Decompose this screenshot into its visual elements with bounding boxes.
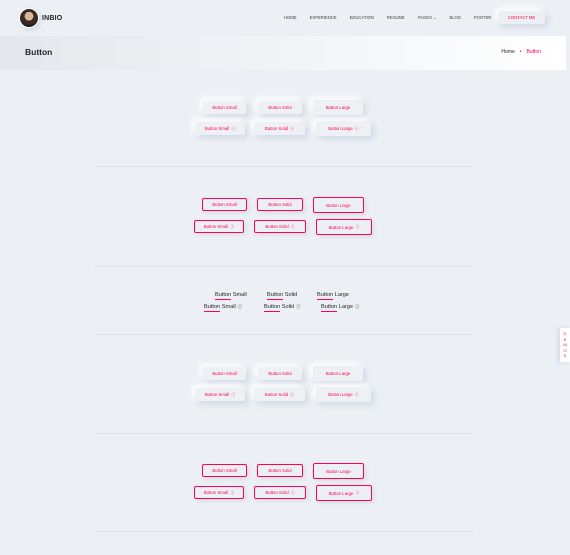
- nav-item-footer[interactable]: FOOTER: [474, 15, 491, 20]
- section-divider: [95, 166, 475, 167]
- section-divider: [95, 266, 475, 267]
- info-icon: ⓘ: [290, 489, 295, 495]
- main-nav: HOME EXPERIENCE EDUCATION RESUME PAGES ⌄ …: [284, 15, 504, 20]
- button-small[interactable]: Button Small: [203, 101, 246, 114]
- info-icon: ⓘ: [230, 223, 235, 229]
- info-icon: ⓘ: [354, 391, 359, 397]
- button-large[interactable]: Button Large: [313, 197, 364, 213]
- info-icon: ⓘ: [296, 304, 301, 309]
- nav-item-home[interactable]: HOME: [284, 15, 297, 20]
- button-label: Button Solid: [265, 224, 289, 229]
- button-large-with-icon[interactable]: Button Large ⓘ: [316, 219, 372, 235]
- nav-item-resume[interactable]: RESUME: [387, 15, 405, 20]
- button-small-with-icon[interactable]: Button Small ⓘ: [204, 302, 252, 312]
- header: INBIO HOME EXPERIENCE EDUCATION RESUME P…: [0, 0, 570, 36]
- nav-item-blog[interactable]: BLOG: [449, 15, 461, 20]
- section-divider: [95, 531, 475, 532]
- section-divider: [95, 433, 475, 434]
- button-small[interactable]: Button Small: [202, 464, 247, 477]
- breadcrumb-separator-icon: •: [519, 49, 522, 55]
- info-icon: ⓘ: [290, 223, 295, 229]
- breadcrumb-home[interactable]: Home: [501, 49, 514, 55]
- button-solid-with-icon[interactable]: Button Solid ⓘ: [264, 302, 308, 312]
- info-icon: ⓘ: [290, 391, 295, 397]
- info-icon: ⓘ: [290, 125, 295, 131]
- button-large[interactable]: Button Large: [313, 463, 364, 479]
- button-label: Button Solid: [265, 490, 289, 495]
- avatar: [19, 8, 39, 28]
- button-small[interactable]: Button Small: [202, 198, 247, 211]
- logo[interactable]: INBIO: [19, 8, 62, 28]
- nav-item-education[interactable]: EDUCATION: [350, 15, 374, 20]
- button-label: Button Solid: [264, 392, 289, 397]
- button-label: Button Large: [317, 292, 350, 300]
- breadcrumb-banner: Button Home • Button: [0, 36, 566, 70]
- button-label: Button Small: [204, 392, 230, 397]
- breadcrumb-current: Button: [526, 49, 541, 55]
- button-large[interactable]: Button Large: [313, 100, 363, 115]
- button-label: Button Large: [328, 224, 354, 230]
- page-title: Button: [25, 47, 53, 57]
- button-label: Button Solid: [264, 304, 295, 312]
- button-solid-with-icon[interactable]: Button Solid ⓘ: [254, 388, 305, 401]
- button-label: Button Large: [328, 126, 353, 131]
- button-solid[interactable]: Button Solid: [258, 101, 302, 114]
- info-icon: ⓘ: [231, 125, 236, 131]
- info-icon: ⓘ: [355, 490, 360, 495]
- button-solid[interactable]: Button Solid: [257, 198, 303, 211]
- button-small[interactable]: Button Small: [215, 290, 257, 300]
- button-large-with-icon[interactable]: Button Large ⓘ: [316, 387, 371, 402]
- button-label: Button Small: [204, 126, 230, 131]
- info-icon: ⓘ: [230, 489, 235, 495]
- demos-side-tab[interactable]: D E M O S: [560, 328, 570, 362]
- button-small-with-icon[interactable]: Button Small ⓘ: [195, 388, 245, 401]
- button-large-with-icon[interactable]: Button Large ⓘ: [316, 121, 371, 136]
- demo-tab-letter: S: [563, 353, 567, 359]
- info-icon: ⓘ: [237, 304, 243, 309]
- info-icon: ⓘ: [354, 125, 359, 131]
- button-large[interactable]: Button Large: [317, 290, 359, 300]
- info-icon: ⓘ: [355, 224, 360, 229]
- button-solid-with-icon[interactable]: Button Solid ⓘ: [254, 486, 306, 499]
- button-solid[interactable]: Button Solid: [257, 464, 303, 477]
- button-solid-with-icon[interactable]: Button Solid ⓘ: [254, 122, 305, 135]
- info-icon: ⓘ: [231, 391, 236, 397]
- button-label: Button Small: [203, 490, 229, 495]
- button-label: Button Large: [328, 392, 353, 397]
- chevron-down-icon: ⌄: [432, 15, 437, 20]
- button-label: Button Small: [215, 292, 247, 300]
- button-small-with-icon[interactable]: Button Small ⓘ: [195, 122, 245, 135]
- button-large-with-icon[interactable]: Button Large ⓘ: [316, 485, 372, 501]
- nav-item-pages-label: PAGES: [417, 15, 432, 20]
- button-small-with-icon[interactable]: Button Small ⓘ: [194, 220, 244, 233]
- button-label: Button Small: [203, 224, 229, 229]
- button-label: Button Solid: [267, 292, 298, 300]
- button-label: Button Large: [328, 490, 354, 496]
- button-solid[interactable]: Button Solid: [267, 290, 307, 300]
- nav-item-pages[interactable]: PAGES ⌄: [418, 15, 436, 20]
- breadcrumb: Home • Button: [501, 49, 541, 55]
- button-small[interactable]: Button Small: [203, 367, 246, 380]
- nav-item-experience[interactable]: EXPERIENCE: [310, 15, 337, 20]
- button-label: Button Solid: [264, 126, 289, 131]
- info-icon: ⓘ: [355, 304, 360, 309]
- button-large-with-icon[interactable]: Button Large ⓘ: [321, 302, 365, 312]
- button-large[interactable]: Button Large: [313, 366, 363, 381]
- button-small-with-icon[interactable]: Button Small ⓘ: [194, 486, 244, 499]
- section-divider: [95, 334, 475, 335]
- contact-me-button[interactable]: CONTACT ME: [498, 11, 545, 24]
- button-label: Button Large: [321, 304, 354, 312]
- button-label: Button Small: [204, 304, 236, 312]
- button-solid-with-icon[interactable]: Button Solid ⓘ: [254, 220, 306, 233]
- button-solid[interactable]: Button Solid: [258, 367, 302, 380]
- brand-name: INBIO: [42, 14, 63, 22]
